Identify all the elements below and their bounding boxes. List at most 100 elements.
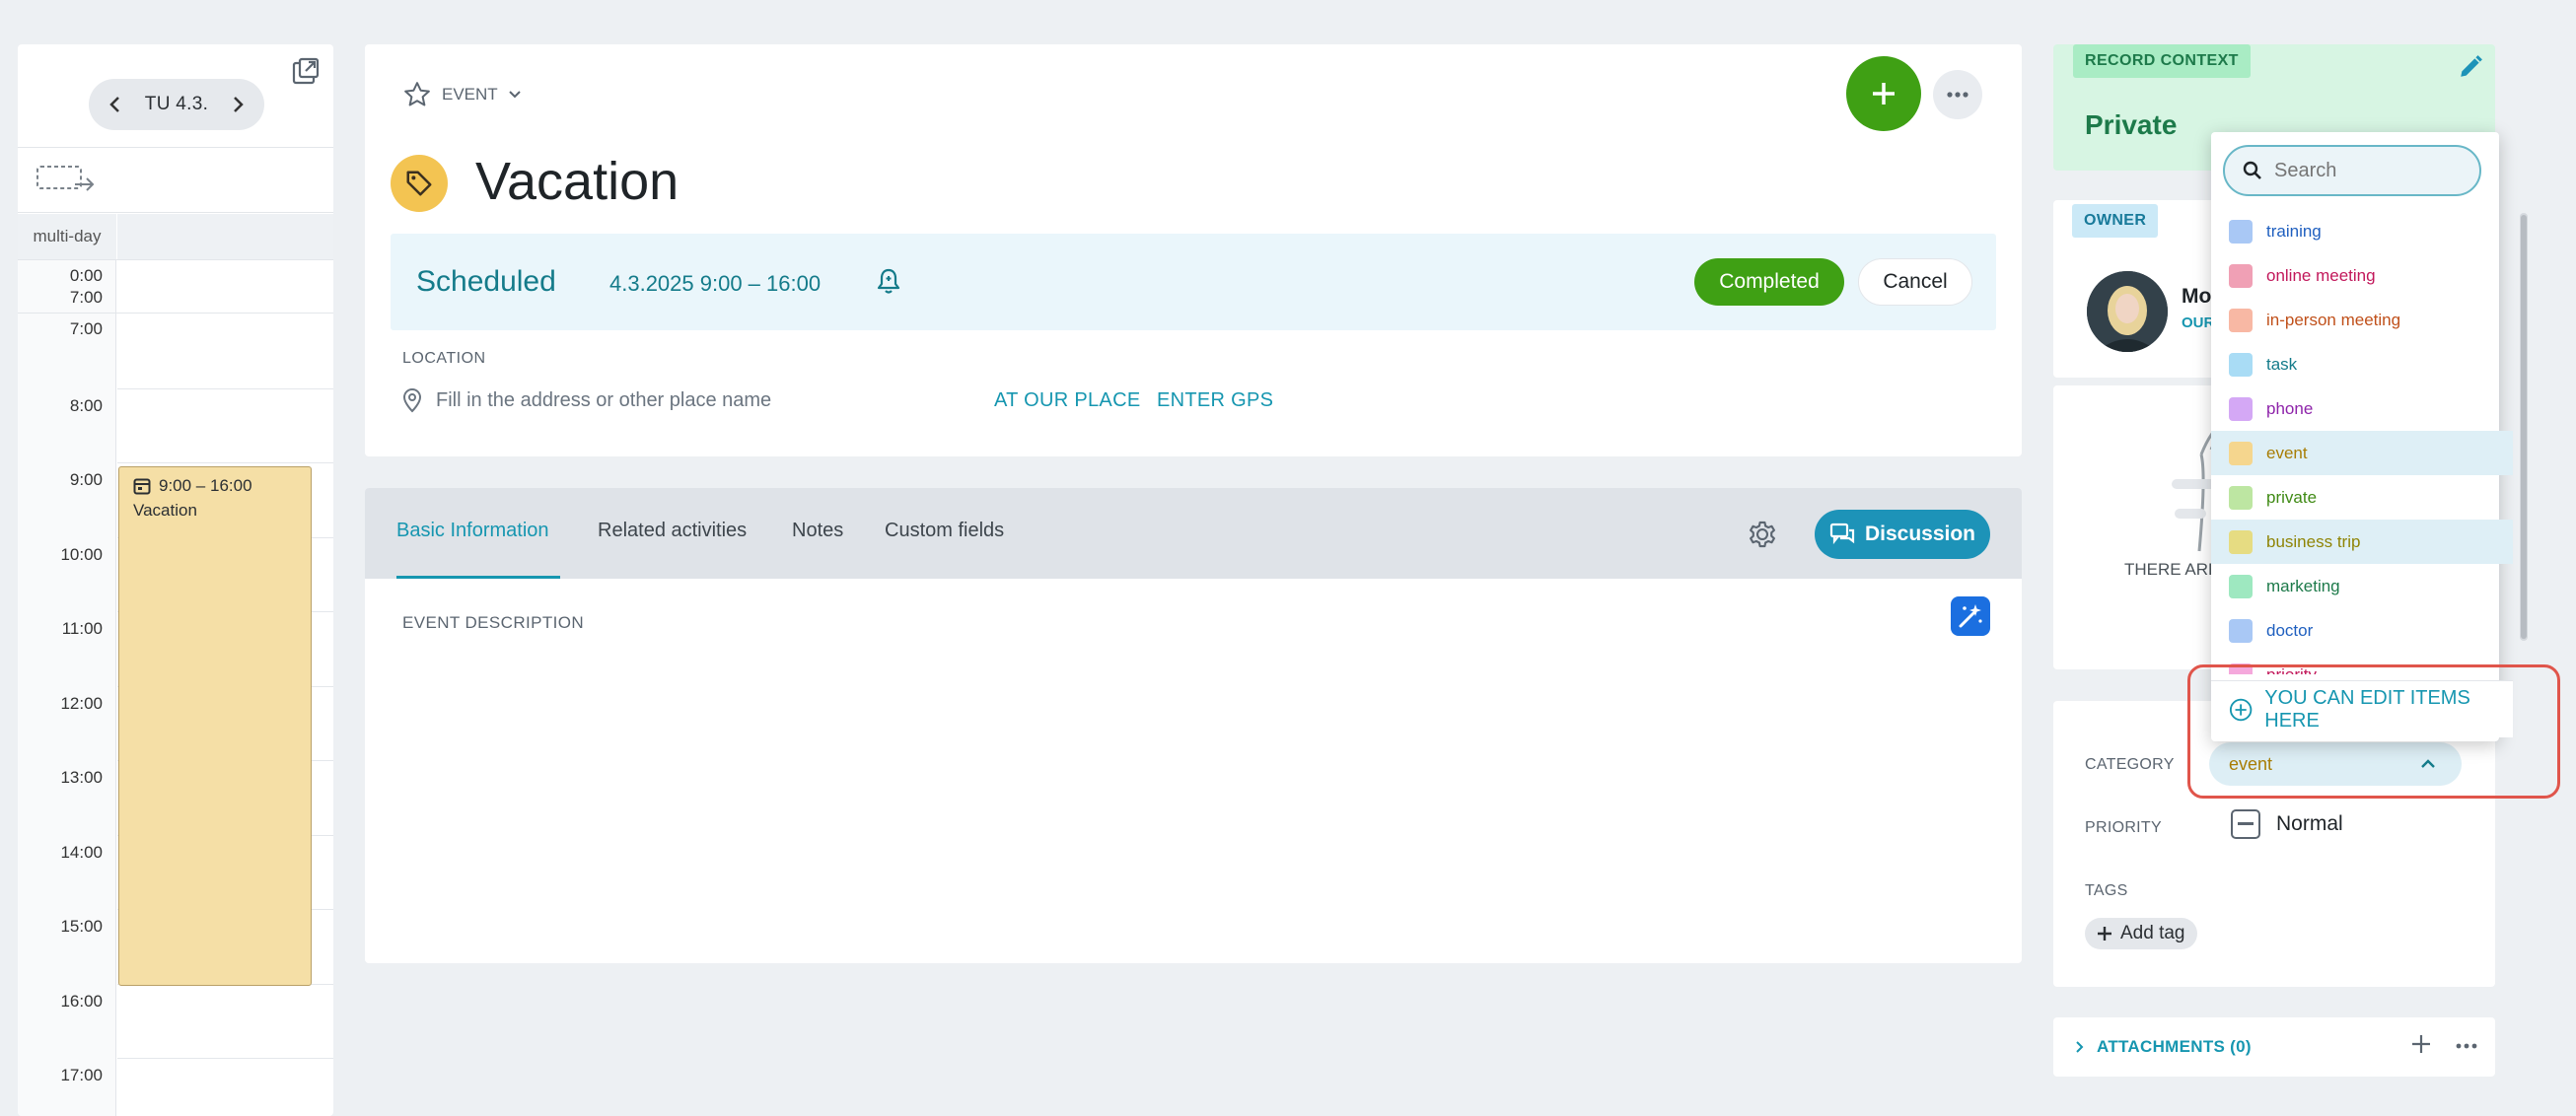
cancel-button[interactable]: Cancel [1858, 258, 1972, 306]
map-pin-icon [402, 387, 422, 413]
divider [18, 147, 333, 148]
tab-related-activities[interactable]: Related activities [598, 520, 747, 542]
multiday-row[interactable] [117, 214, 333, 259]
category-option-online-meeting[interactable]: online meeting [2211, 253, 2513, 298]
avatar[interactable] [2087, 271, 2168, 352]
hour-label: 7:00 [69, 319, 103, 338]
status-label: Scheduled [416, 265, 556, 298]
location-heading: LOCATION [402, 350, 486, 367]
hour-label: 10:00 [60, 544, 103, 564]
reminder-bell-icon[interactable] [876, 267, 901, 295]
hour-label: 15:00 [60, 917, 103, 936]
plus-icon [1873, 83, 1895, 105]
add-tag-label: Add tag [2120, 923, 2185, 943]
calendar-event-block[interactable]: 9:00 – 16:00 Vacation [118, 466, 312, 986]
dropdown-scrollbar-thumb[interactable] [2521, 215, 2527, 639]
enter-gps-link[interactable]: ENTER GPS [1157, 389, 1273, 412]
color-swatch [2229, 396, 2253, 421]
hour-label: 13:00 [60, 768, 103, 787]
category-option-label: training [2266, 221, 2322, 241]
category-option-business-trip[interactable]: business trip [2211, 520, 2513, 564]
plus-icon [2098, 927, 2111, 941]
owner-subtitle: OUR [2182, 314, 2215, 331]
attachments-label: ATTACHMENTS (0) [2097, 1037, 2252, 1056]
color-swatch [2229, 352, 2253, 377]
day-calendar: TU 4.3. multi-day 0:00 7:00 7:00 8:00 9:00… [18, 44, 333, 1116]
chat-icon [1829, 523, 1855, 545]
dropdown-search[interactable] [2223, 145, 2481, 196]
category-option-training[interactable]: training [2211, 209, 2513, 253]
category-option-phone[interactable]: phone [2211, 386, 2513, 431]
event-datetime[interactable]: 4.3.2025 9:00 – 16:00 [609, 271, 821, 297]
at-our-place-link[interactable]: AT OUR PLACE [994, 389, 1140, 412]
search-input[interactable] [2274, 159, 2471, 182]
category-option-label: phone [2266, 398, 2314, 418]
category-option-label: marketing [2266, 576, 2340, 595]
allday-end-label: 7:00 [69, 288, 103, 307]
record-header-card: EVENT Vacation Scheduled 4.3.2025 9:00 –… [365, 44, 2022, 456]
description-heading: EVENT DESCRIPTION [402, 613, 585, 632]
record-context-badge: RECORD CONTEXT [2073, 44, 2251, 78]
divider [18, 313, 333, 314]
more-icon[interactable] [2456, 1043, 2477, 1049]
tab-notes[interactable]: Notes [792, 520, 843, 542]
category-option-event[interactable]: event [2211, 431, 2513, 475]
location-placeholder: Fill in the address or other place name [436, 388, 772, 411]
add-tag-button[interactable]: Add tag [2085, 918, 2197, 949]
edit-pencil-icon[interactable] [2458, 54, 2483, 80]
priority-value: Normal [2276, 812, 2343, 835]
discussion-button[interactable]: Discussion [1815, 510, 1990, 559]
location-field[interactable]: Fill in the address or other place name [402, 387, 771, 413]
category-option-label: task [2266, 354, 2298, 374]
category-option-in-person-meeting[interactable]: in-person meeting [2211, 298, 2513, 342]
more-icon [1947, 92, 1968, 98]
add-button[interactable] [1846, 56, 1921, 131]
ai-assist-button[interactable] [1951, 596, 1990, 636]
priority-select[interactable]: Normal [2231, 809, 2343, 839]
hour-gridline [117, 387, 333, 389]
next-day-icon[interactable] [231, 95, 245, 114]
attachments-toggle[interactable]: ATTACHMENTS (0) [2075, 1037, 2252, 1057]
tab-custom-fields[interactable]: Custom fields [885, 520, 1004, 542]
add-attachment-icon[interactable] [2410, 1033, 2432, 1055]
category-option-marketing[interactable]: marketing [2211, 564, 2513, 608]
category-option-private[interactable]: private [2211, 475, 2513, 520]
record-context-value: Private [2085, 109, 2178, 140]
more-options-button[interactable] [1933, 70, 1982, 119]
hour-label: 17:00 [60, 1066, 103, 1084]
event-type-label: EVENT [442, 85, 498, 104]
category-option-doctor[interactable]: doctor [2211, 608, 2513, 653]
event-type-selector[interactable]: EVENT [402, 80, 522, 109]
event-time: 9:00 – 16:00 [159, 476, 252, 495]
hour-label: 14:00 [60, 842, 103, 862]
color-swatch [2229, 441, 2253, 465]
star-icon[interactable] [402, 80, 432, 109]
category-dropdown: training online meeting in-person meeting t… [2211, 132, 2513, 741]
record-title[interactable]: Vacation [475, 151, 679, 212]
multiday-label: multi-day [18, 214, 116, 259]
color-swatch [2229, 219, 2253, 244]
drag-range-icon[interactable] [36, 161, 97, 194]
completed-button[interactable]: Completed [1694, 258, 1844, 306]
event-title: Vacation [133, 501, 197, 520]
tab-basic-information[interactable]: Basic Information [396, 520, 549, 542]
prev-day-icon[interactable] [108, 95, 122, 114]
open-external-icon[interactable] [291, 56, 321, 86]
tags-label: TAGS [2085, 882, 2128, 899]
date-navigator: TU 4.3. [89, 79, 264, 130]
category-option-label: event [2266, 443, 2308, 462]
tag-icon [391, 155, 448, 212]
category-label: CATEGORY [2085, 756, 2175, 773]
gear-icon[interactable] [1746, 518, 1779, 551]
active-tab-indicator [396, 576, 560, 579]
hour-label: 8:00 [69, 395, 103, 415]
color-swatch [2229, 574, 2253, 598]
category-option-label: doctor [2266, 620, 2314, 640]
divider [18, 259, 333, 260]
owner-name[interactable]: Mo [2182, 285, 2211, 309]
category-option-label: private [2266, 487, 2318, 507]
hour-label: 9:00 [69, 470, 103, 489]
category-option-task[interactable]: task [2211, 342, 2513, 386]
current-date-label[interactable]: TU 4.3. [145, 94, 208, 115]
highlight-annotation [2187, 664, 2560, 799]
